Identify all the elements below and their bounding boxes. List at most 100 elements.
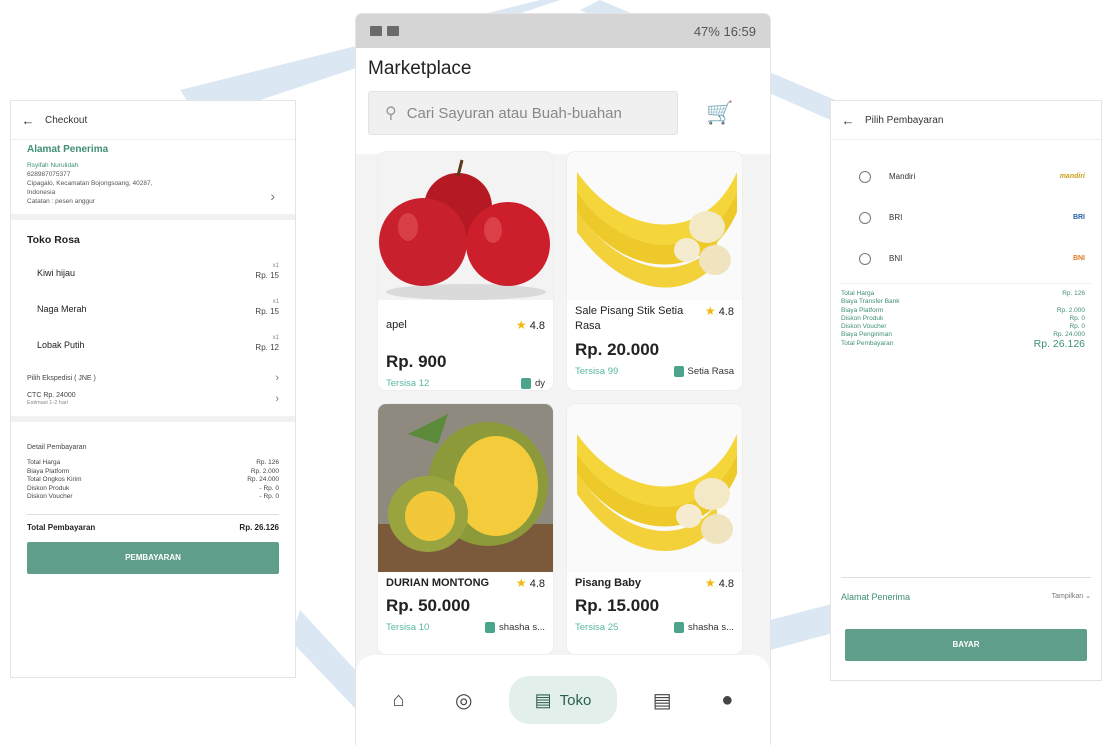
row-label: Biaya Platform bbox=[27, 467, 70, 475]
radio-button[interactable] bbox=[859, 252, 871, 265]
status-battery-time: 47% 16:59 bbox=[693, 23, 756, 39]
payment-total-row: Total Pembayaran Rp. 26.126 bbox=[831, 338, 1101, 349]
product-seller: dy bbox=[534, 378, 545, 389]
home-icon[interactable]: ⌂ bbox=[379, 689, 419, 712]
recipient-name: Rsyifah Nurulidah bbox=[27, 162, 79, 169]
recipient-address-line2: Indonesia bbox=[27, 189, 56, 196]
recipient-heading: Alamat Penerima bbox=[27, 144, 109, 155]
bayar-button[interactable]: BAYAR bbox=[845, 629, 1087, 661]
chevron-right-icon: › bbox=[270, 188, 275, 204]
shipping-estimate: Estimasi 1-2 hari bbox=[27, 400, 68, 406]
row-value: Rp. 2.000 bbox=[1056, 306, 1085, 314]
bank-name: BNI bbox=[889, 254, 903, 263]
chevron-down-icon: ⌄ bbox=[1085, 593, 1091, 600]
cart-icon[interactable]: 🛒 bbox=[706, 100, 733, 126]
product-card[interactable]: Pisang Baby ★ 4.8 Rp. 15.000 Tersisa 25 … bbox=[567, 404, 742, 654]
row-value: Rp. 126 bbox=[256, 459, 279, 466]
shipping-option: CTC Rp. 24000 bbox=[27, 392, 76, 399]
image-icon bbox=[370, 25, 382, 36]
product-seller: shasha s... bbox=[499, 622, 545, 633]
row-label: Biaya Pengiriman bbox=[841, 331, 892, 339]
product-rating: ★ 4.8 bbox=[705, 576, 734, 590]
chevron-right-icon: › bbox=[275, 393, 279, 405]
product-card[interactable]: DURIAN MONTONG ★ 4.8 Rp. 50.000 Tersisa … bbox=[378, 404, 553, 654]
marketplace-screen: 47% 16:59 Marketplace ⚲ Cari Sayuran ata… bbox=[356, 14, 770, 745]
expedition-selector[interactable]: Pilih Ekspedisi ( JNE ) › bbox=[27, 368, 279, 388]
product-rating: ★ 4.8 bbox=[516, 576, 545, 590]
pay-button[interactable]: PEMBAYARAN bbox=[27, 541, 279, 574]
cart-item: Naga Merah x1 Rp. 15 bbox=[27, 296, 279, 332]
page-title: Marketplace bbox=[368, 58, 472, 79]
shop-section: Toko Rosa Kiwi hijau x1 Rp. 15 Naga Merah… bbox=[11, 220, 295, 428]
bank-option-bri[interactable]: BRI BRI bbox=[831, 197, 1101, 238]
product-name: DURIAN MONTONG bbox=[386, 577, 490, 589]
back-arrow-icon[interactable]: ← bbox=[11, 113, 45, 128]
item-price: Rp. 15 bbox=[255, 307, 279, 316]
product-image bbox=[567, 404, 742, 572]
recipient-address-section[interactable]: Alamat Penerima Rsyifah Nurulidah 628987… bbox=[11, 140, 295, 220]
row-label: Biaya Platform bbox=[841, 306, 884, 314]
recipient-address-row[interactable]: Alamat Penerima Tampilkan ⌄ bbox=[841, 577, 1091, 602]
radio-button[interactable] bbox=[859, 211, 871, 224]
address-show-dropdown[interactable]: Tampilkan ⌄ bbox=[1052, 592, 1091, 602]
payment-row: Diskon Voucher - Rp. 0 bbox=[27, 493, 279, 502]
product-image bbox=[567, 152, 742, 300]
row-label: Diskon Voucher bbox=[841, 323, 887, 331]
row-label: Total Harga bbox=[841, 290, 875, 297]
search-icon: ⚲ bbox=[385, 105, 397, 122]
rating-value: 4.8 bbox=[718, 578, 734, 590]
checkout-title: Checkout bbox=[45, 114, 88, 126]
radio-button[interactable] bbox=[859, 170, 871, 183]
row-label: Diskon Voucher bbox=[27, 493, 73, 500]
total-label: Total Pembayaran bbox=[841, 339, 894, 347]
total-value: Rp. 26.126 bbox=[239, 522, 279, 532]
checkout-header: ← Checkout bbox=[11, 101, 295, 140]
mandiri-logo: mandiri bbox=[1059, 173, 1085, 180]
status-bar: 47% 16:59 bbox=[356, 14, 770, 48]
activity-icon[interactable]: ◎ bbox=[444, 688, 484, 713]
store-icon: ▤ bbox=[534, 689, 552, 710]
star-icon: ★ bbox=[515, 576, 527, 590]
orders-icon[interactable]: ▤ bbox=[642, 688, 682, 713]
row-label: Total Ongkos Kirim bbox=[27, 476, 82, 483]
product-rating: ★ 4.8 bbox=[705, 304, 734, 318]
row-value: Rp. 126 bbox=[1062, 290, 1085, 297]
bri-logo: BRI bbox=[1072, 214, 1085, 221]
payment-row: Biaya Transfer Bank bbox=[831, 298, 1101, 306]
product-rating: ★ 4.8 bbox=[516, 318, 545, 332]
payment-title: Pilih Pembayaran bbox=[865, 114, 944, 126]
payment-row: Total Harga Rp. 126 bbox=[831, 290, 1101, 298]
product-image bbox=[378, 404, 553, 572]
bank-option-mandiri[interactable]: Mandiri mandiri bbox=[831, 156, 1101, 197]
star-icon: ★ bbox=[704, 576, 716, 590]
payment-detail-heading: Detail Pembayaran bbox=[27, 444, 87, 451]
bank-option-bni[interactable]: BNI BNI bbox=[831, 238, 1101, 279]
row-label: Diskon Produk bbox=[841, 314, 884, 322]
bank-name: BRI bbox=[889, 213, 903, 222]
shipping-option-selector[interactable]: CTC Rp. 24000 Estimasi 1-2 hari › bbox=[27, 388, 279, 410]
back-arrow-icon[interactable]: ← bbox=[831, 113, 865, 128]
product-name: Pisang Baby bbox=[575, 577, 642, 589]
item-name: Kiwi hijau bbox=[37, 268, 76, 278]
row-value: - Rp. 0 bbox=[259, 493, 279, 500]
payment-row: Biaya Platform Rp. 2.000 bbox=[27, 468, 279, 477]
item-qty: x1 bbox=[272, 299, 279, 305]
product-card[interactable]: apel ★ 4.8 Rp. 900 Tersisa 12 dy bbox=[378, 152, 553, 390]
star-icon: ★ bbox=[704, 304, 716, 318]
recipient-address-line1: Cipagalo, Kecamatan Bojongsoang, 40287, bbox=[27, 180, 153, 187]
shop-bag-icon bbox=[485, 622, 496, 633]
product-seller: Setia Rasa bbox=[687, 366, 734, 377]
shop-bag-icon bbox=[674, 622, 685, 633]
rating-value: 4.8 bbox=[529, 578, 545, 590]
profile-icon[interactable]: ● bbox=[707, 689, 747, 712]
product-card[interactable]: Sale Pisang Stik Setia Rasa ★ 4.8 Rp. 20… bbox=[567, 152, 742, 390]
search-input[interactable]: ⚲ Cari Sayuran atau Buah-buahan bbox=[368, 91, 678, 135]
row-label: Biaya Transfer Bank bbox=[841, 298, 900, 306]
row-label: Diskon Produk bbox=[27, 484, 70, 492]
row-value: Rp. 24.000 bbox=[247, 476, 279, 483]
row-label: Total Harga bbox=[27, 459, 61, 466]
item-price: Rp. 15 bbox=[255, 271, 279, 280]
item-qty: x1 bbox=[272, 335, 279, 341]
tab-toko[interactable]: ▤ Toko bbox=[508, 676, 617, 724]
payment-row: Diskon Produk - Rp. 0 bbox=[27, 485, 279, 494]
